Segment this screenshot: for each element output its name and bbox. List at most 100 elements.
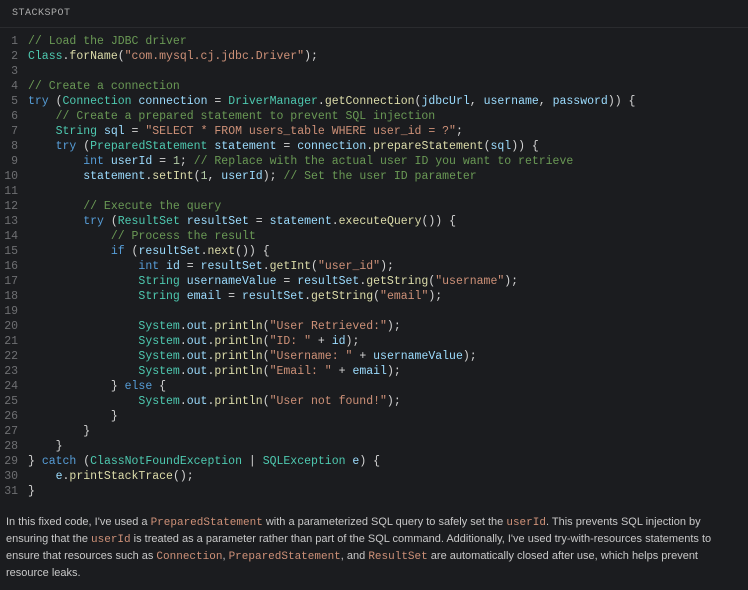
code-line: 9 int userId = 1; // Replace with the ac… <box>0 154 748 169</box>
explanation-text: In this fixed code, I've used a Prepared… <box>0 509 748 590</box>
code-line: 17 String usernameValue = resultSet.getS… <box>0 274 748 289</box>
code-content: System.out.println("Username: " + userna… <box>28 349 748 364</box>
code-content: } <box>28 424 748 439</box>
code-line: 20 System.out.println("User Retrieved:")… <box>0 319 748 334</box>
explain-text: In this fixed code, I've used a <box>6 516 151 528</box>
code-line: 12 // Execute the query <box>0 199 748 214</box>
code-content: if (resultSet.next()) { <box>28 244 748 259</box>
explain-code: PreparedStatement <box>151 517 263 529</box>
code-line: 8 try (PreparedStatement statement = con… <box>0 139 748 154</box>
code-line: 18 String email = resultSet.getString("e… <box>0 289 748 304</box>
code-content: // Create a connection <box>28 79 748 94</box>
code-content: int id = resultSet.getInt("user_id"); <box>28 259 748 274</box>
line-number: 6 <box>0 109 28 124</box>
line-number: 27 <box>0 424 28 439</box>
code-line: 25 System.out.println("User not found!")… <box>0 394 748 409</box>
line-number: 15 <box>0 244 28 259</box>
code-content: String usernameValue = resultSet.getStri… <box>28 274 748 289</box>
code-content: int userId = 1; // Replace with the actu… <box>28 154 748 169</box>
line-number: 25 <box>0 394 28 409</box>
line-number: 4 <box>0 79 28 94</box>
line-number: 30 <box>0 469 28 484</box>
code-content <box>28 184 748 199</box>
code-line: 2Class.forName("com.mysql.cj.jdbc.Driver… <box>0 49 748 64</box>
explain-code: PreparedStatement <box>229 551 341 563</box>
code-line: 21 System.out.println("ID: " + id); <box>0 334 748 349</box>
line-number: 19 <box>0 304 28 319</box>
code-line: 19 <box>0 304 748 319</box>
code-line: 1// Load the JDBC driver <box>0 34 748 49</box>
line-number: 28 <box>0 439 28 454</box>
code-line: 27 } <box>0 424 748 439</box>
explain-text: with a parameterized SQL query to safely… <box>263 516 507 528</box>
code-content: } else { <box>28 379 748 394</box>
code-line: 3 <box>0 64 748 79</box>
explain-code: userId <box>91 534 131 546</box>
line-number: 29 <box>0 454 28 469</box>
code-line: 14 // Process the result <box>0 229 748 244</box>
code-content: System.out.println("ID: " + id); <box>28 334 748 349</box>
code-content <box>28 304 748 319</box>
code-line: 30 e.printStackTrace(); <box>0 469 748 484</box>
code-line: 6 // Create a prepared statement to prev… <box>0 109 748 124</box>
code-content: try (ResultSet resultSet = statement.exe… <box>28 214 748 229</box>
code-content: String email = resultSet.getString("emai… <box>28 289 748 304</box>
code-line: 26 } <box>0 409 748 424</box>
code-line: 7 String sql = "SELECT * FROM users_tabl… <box>0 124 748 139</box>
code-content: } <box>28 484 748 499</box>
code-line: 10 statement.setInt(1, userId); // Set t… <box>0 169 748 184</box>
code-content: e.printStackTrace(); <box>28 469 748 484</box>
code-line: 16 int id = resultSet.getInt("user_id"); <box>0 259 748 274</box>
code-line: 4// Create a connection <box>0 79 748 94</box>
code-line: 13 try (ResultSet resultSet = statement.… <box>0 214 748 229</box>
explain-code: ResultSet <box>368 551 427 563</box>
code-line: 23 System.out.println("Email: " + email)… <box>0 364 748 379</box>
line-number: 18 <box>0 289 28 304</box>
line-number: 5 <box>0 94 28 109</box>
line-number: 13 <box>0 214 28 229</box>
line-number: 21 <box>0 334 28 349</box>
line-number: 26 <box>0 409 28 424</box>
code-line: 29} catch (ClassNotFoundException | SQLE… <box>0 454 748 469</box>
line-number: 23 <box>0 364 28 379</box>
line-number: 11 <box>0 184 28 199</box>
code-line: 11 <box>0 184 748 199</box>
line-number: 10 <box>0 169 28 184</box>
code-content: } <box>28 409 748 424</box>
code-content: // Process the result <box>28 229 748 244</box>
line-number: 2 <box>0 49 28 64</box>
code-content: System.out.println("User Retrieved:"); <box>28 319 748 334</box>
code-content: // Execute the query <box>28 199 748 214</box>
code-content: String sql = "SELECT * FROM users_table … <box>28 124 748 139</box>
code-content: try (PreparedStatement statement = conne… <box>28 139 748 154</box>
explain-text: , and <box>341 550 369 562</box>
line-number: 12 <box>0 199 28 214</box>
code-content: System.out.println("User not found!"); <box>28 394 748 409</box>
code-content: // Load the JDBC driver <box>28 34 748 49</box>
code-line: 31} <box>0 484 748 499</box>
line-number: 9 <box>0 154 28 169</box>
line-number: 20 <box>0 319 28 334</box>
line-number: 14 <box>0 229 28 244</box>
line-number: 7 <box>0 124 28 139</box>
app-title: STACKSPOT <box>12 8 71 19</box>
code-content: } <box>28 439 748 454</box>
code-line: 5try (Connection connection = DriverMana… <box>0 94 748 109</box>
line-number: 8 <box>0 139 28 154</box>
code-content: statement.setInt(1, userId); // Set the … <box>28 169 748 184</box>
code-block: 1// Load the JDBC driver2Class.forName("… <box>0 28 748 509</box>
code-content: Class.forName("com.mysql.cj.jdbc.Driver"… <box>28 49 748 64</box>
explain-code: userId <box>506 517 546 529</box>
code-content: } catch (ClassNotFoundException | SQLExc… <box>28 454 748 469</box>
line-number: 24 <box>0 379 28 394</box>
line-number: 1 <box>0 34 28 49</box>
code-content: System.out.println("Email: " + email); <box>28 364 748 379</box>
code-content: try (Connection connection = DriverManag… <box>28 94 748 109</box>
app-header: STACKSPOT <box>0 0 748 28</box>
line-number: 22 <box>0 349 28 364</box>
code-line: 28 } <box>0 439 748 454</box>
code-line: 15 if (resultSet.next()) { <box>0 244 748 259</box>
line-number: 3 <box>0 64 28 79</box>
line-number: 17 <box>0 274 28 289</box>
line-number: 16 <box>0 259 28 274</box>
